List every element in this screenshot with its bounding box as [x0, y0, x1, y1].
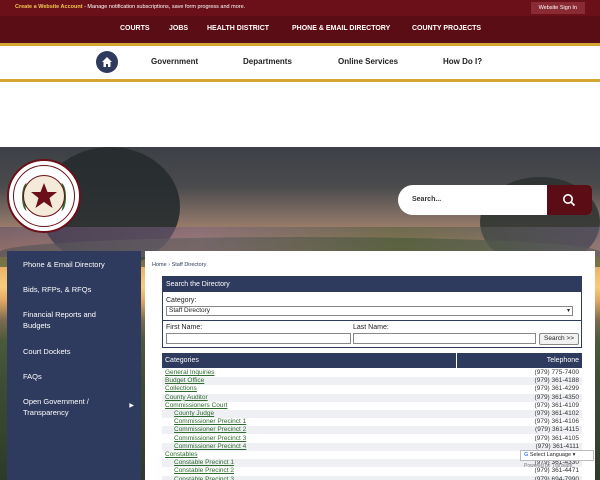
table-row: General Inquiries (979) 775-7400 — [162, 369, 582, 377]
home-icon — [102, 57, 112, 67]
table-row: Constable Precinct 2 (979) 361-4471 — [162, 467, 582, 475]
last-name-input[interactable] — [353, 333, 536, 344]
directory-search-panel: Search the Directory Category: Staff Dir… — [162, 276, 582, 348]
directory-entry-link[interactable]: Constable Precinct 1 — [174, 459, 234, 467]
select-language-label: Select Language — [529, 452, 572, 458]
select-language-dropdown[interactable]: G Select Language ▾ — [520, 450, 594, 461]
sidebar: Phone & Email Directory Bids, RFPs, & RF… — [7, 251, 141, 480]
directory-entry-phone: (979) 694-7990 — [534, 475, 579, 480]
nav-health-district[interactable]: HEALTH DISTRICT — [207, 25, 269, 32]
utility-bar: Create a Website Account - Manage notifi… — [0, 0, 600, 16]
breadcrumb-separator: › — [168, 262, 171, 268]
directory-entry-link[interactable]: Constable Precinct 3 — [174, 476, 234, 480]
sidebar-item-court-dockets[interactable]: Court Dockets — [23, 346, 71, 357]
sidebar-item-financial-reports[interactable]: Financial Reports and Budgets — [23, 309, 123, 331]
directory-entry-link[interactable]: Collections — [165, 385, 197, 393]
county-seal-logo[interactable] — [7, 159, 81, 233]
google-g-icon: G — [524, 452, 529, 458]
directory-entry-phone: (979) 361-4102 — [534, 410, 579, 417]
directory-entry-phone: (979) 775-7400 — [534, 369, 579, 376]
table-row: Constable Precinct 3 (979) 694-7990 — [162, 475, 582, 480]
directory-search-button[interactable]: Search >> — [539, 333, 579, 345]
sidebar-item-open-government[interactable]: Open Government / Transparency — [23, 396, 113, 418]
table-row: Constables — [162, 451, 582, 459]
directory-entry-phone: (979) 361-4115 — [535, 426, 579, 434]
directory-entry-link[interactable]: County Judge — [174, 410, 214, 418]
directory-entry-phone: (979) 361-4106 — [534, 418, 579, 426]
directory-entry-link[interactable]: Commissioner Precinct 3 — [174, 435, 246, 443]
directory-entry-link[interactable]: Constables — [165, 451, 198, 459]
nav-county-projects[interactable]: COUNTY PROJECTS — [412, 25, 481, 32]
directory-entry-phone: (979) 361-4350 — [534, 393, 579, 401]
table-row: Commissioner Precinct 2 (979) 361-4115 — [162, 426, 582, 435]
powered-by-translate: Powered by Translate — [524, 463, 572, 469]
directory-search-title: Search the Directory — [163, 277, 581, 292]
directory-entry-link[interactable]: Commissioner Precinct 1 — [174, 418, 246, 426]
directory-entry-phone: (979) 361-4109 — [534, 401, 579, 409]
divider — [163, 320, 581, 321]
nav-how-do-i[interactable]: How Do I? — [443, 57, 482, 66]
nav-phone-email-directory[interactable]: PHONE & EMAIL DIRECTORY — [292, 25, 390, 32]
table-row: Commissioner Precinct 3 (979) 361-4105 — [162, 435, 582, 443]
table-row: Budget Office (979) 361-4188 — [162, 377, 582, 386]
site-search-button[interactable] — [547, 185, 592, 215]
breadcrumb-home[interactable]: Home — [152, 262, 167, 268]
table-row: Constable Precinct 1 (979) 361-4330 — [162, 459, 582, 468]
table-row: Commissioner Precinct 4 (979) 361-4111 — [162, 442, 582, 451]
breadcrumb-current[interactable]: Staff Directory — [172, 262, 207, 268]
sidebar-item-faqs[interactable]: FAQs — [23, 371, 42, 382]
directory-entry-link[interactable]: Constable Precinct 2 — [174, 467, 234, 475]
account-message-text: - Manage notification subscriptions, sav… — [82, 4, 246, 10]
star-icon — [31, 183, 57, 208]
sign-in-button[interactable]: Website Sign In — [530, 2, 585, 14]
search-placeholder: Search... — [412, 196, 442, 203]
main-nav: Government Departments Online Services H… — [0, 46, 600, 82]
nav-courts[interactable]: COURTS — [120, 25, 150, 32]
nav-government[interactable]: Government — [151, 57, 198, 66]
breadcrumb: Home › Staff Directory — [152, 262, 206, 268]
directory-entry-link[interactable]: Commissioner Precinct 2 — [174, 426, 246, 434]
category-select[interactable]: Staff Directory ▾ — [166, 306, 573, 316]
directory-entry-link[interactable]: Budget Office — [165, 377, 204, 385]
nav-online-services[interactable]: Online Services — [338, 57, 398, 66]
table-row: Commissioners Court (979) 361-4109 — [162, 402, 582, 410]
nav-departments[interactable]: Departments — [243, 57, 292, 66]
table-row: Commissioner Precinct 1 (979) 361-4106 — [162, 418, 582, 426]
directory-entry-link[interactable]: County Auditor — [165, 394, 208, 402]
directory-entry-link[interactable]: Commissioners Court — [165, 402, 228, 410]
chevron-down-icon: ▾ — [566, 308, 570, 314]
directory-table: Categories Telephone General Inquiries (9… — [162, 353, 582, 480]
directory-entry-link[interactable]: Commissioner Precinct 4 — [174, 443, 246, 451]
nav-jobs[interactable]: JOBS — [169, 25, 188, 32]
first-name-label: First Name: — [166, 324, 203, 331]
table-header: Categories Telephone — [162, 353, 582, 368]
category-label: Category: — [166, 297, 197, 304]
create-account-link[interactable]: Create a Website Account — [15, 4, 83, 10]
home-button[interactable] — [96, 51, 118, 73]
search-icon — [563, 194, 576, 207]
directory-entry-phone: (979) 361-4105 — [534, 434, 579, 442]
sidebar-item-bids[interactable]: Bids, RFPs, & RFQs — [23, 284, 91, 295]
chevron-down-icon: ▾ — [572, 452, 576, 458]
col-categories: Categories — [165, 357, 199, 364]
directory-entry-link[interactable]: General Inquiries — [165, 369, 215, 377]
account-message: Create a Website Account - Manage notifi… — [15, 4, 245, 10]
last-name-label: Last Name: — [353, 324, 389, 331]
translate-brand: Translate — [551, 463, 573, 469]
powered-by-label: Powered by — [524, 463, 551, 469]
table-row: Collections (979) 361-4299 — [162, 385, 582, 393]
submenu-arrow-icon[interactable]: ▶ — [129, 402, 134, 409]
table-row: County Judge (979) 361-4102 — [162, 410, 582, 418]
table-row: County Auditor (979) 361-4350 — [162, 393, 582, 402]
directory-entry-phone: (979) 361-4299 — [534, 385, 579, 393]
category-selected-value: Staff Directory — [169, 307, 211, 314]
directory-entry-phone: (979) 361-4188 — [534, 377, 579, 385]
sidebar-item-phone-email-directory[interactable]: Phone & Email Directory — [23, 259, 105, 270]
county-nav: COURTS JOBS HEALTH DISTRICT PHONE & EMAI… — [0, 16, 600, 43]
first-name-input[interactable] — [166, 333, 351, 344]
col-telephone: Telephone — [546, 357, 579, 364]
